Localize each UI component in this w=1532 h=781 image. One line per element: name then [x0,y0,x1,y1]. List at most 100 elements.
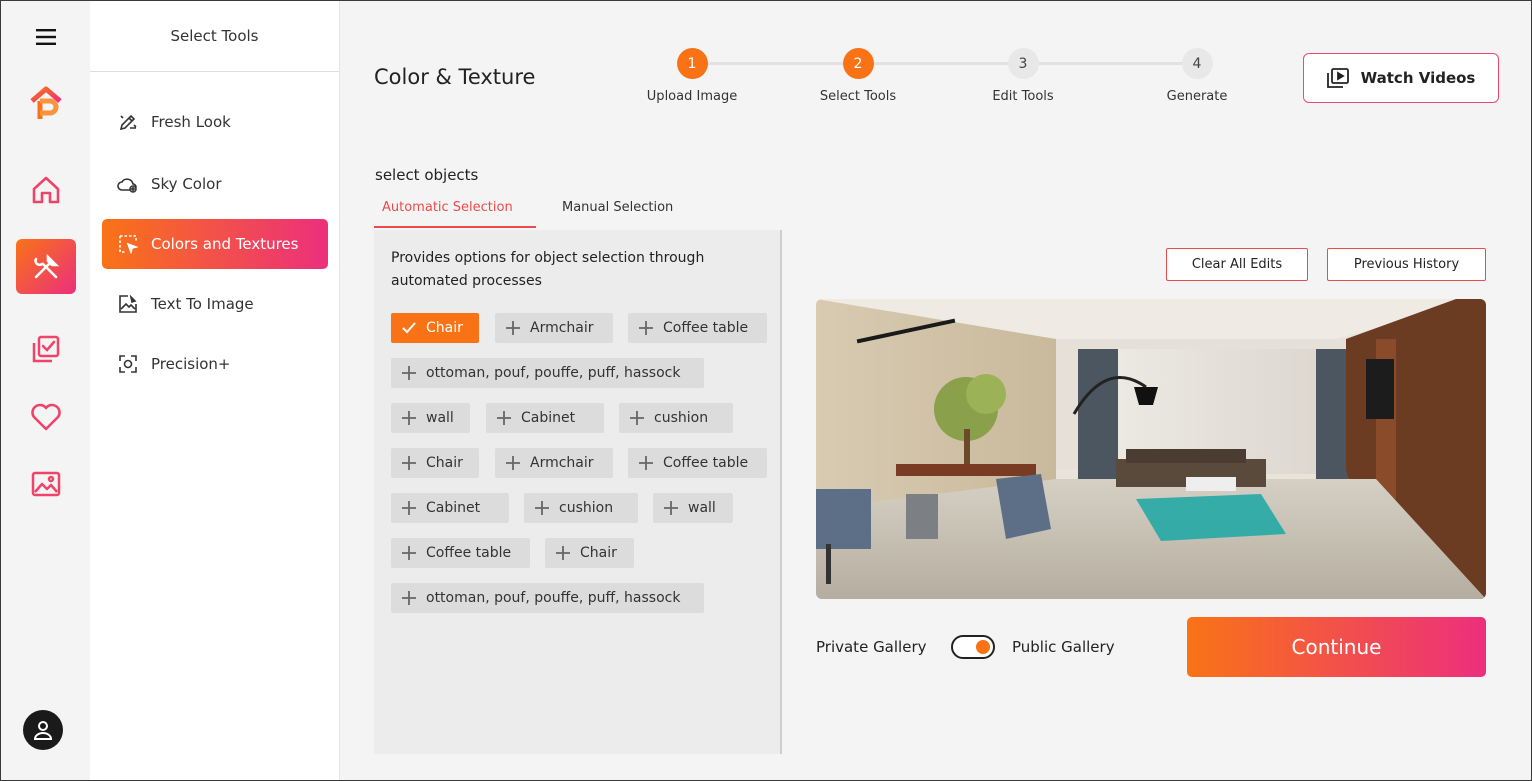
step-select-tools: 2 Select Tools [788,48,928,104]
checklist-icon[interactable] [1,332,90,366]
object-chip[interactable]: Cabinet [486,403,604,433]
room-preview-image [816,299,1486,599]
plus-icon [554,545,571,562]
image-edit-icon [117,293,139,315]
clear-all-edits-button[interactable]: Clear All Edits [1166,248,1308,281]
step-number: 1 [676,48,708,79]
step-label: Generate [1166,89,1228,104]
object-chip[interactable]: Chair [391,313,479,343]
tool-fresh-look[interactable]: Fresh Look [102,97,328,147]
select-cursor-icon [117,233,139,255]
tool-precision-plus[interactable]: Precision+ [102,339,328,389]
plus-icon [400,410,417,427]
tool-colors-and-textures[interactable]: Colors and Textures [102,219,328,269]
watch-videos-label: Watch Videos [1360,69,1476,87]
step-label: Edit Tools [992,89,1054,104]
object-chip[interactable]: wall [653,493,733,523]
plus-icon [504,455,521,472]
tools-panel: Select Tools Fresh Look Sky Color Colors… [90,1,340,780]
user-icon[interactable] [23,710,63,750]
plus-icon [662,500,679,517]
chip-label: Coffee table [663,320,749,336]
icon-rail [1,1,90,780]
step-upload-image: 1 Upload Image [622,48,762,104]
plus-icon [400,365,417,382]
chip-label: ottoman, pouf, pouffe, puff, hassock [426,365,681,381]
chip-label: Cabinet [521,410,576,426]
step-label: Select Tools [819,89,897,104]
plus-icon [637,455,654,472]
tool-label: Text To Image [151,295,254,313]
home-icon[interactable] [1,173,90,207]
chip-label: cushion [654,410,709,426]
object-chip[interactable]: Armchair [495,448,613,478]
tool-label: Fresh Look [151,113,231,131]
toggle-knob [976,640,990,654]
chip-label: Cabinet [426,500,481,516]
step-number: 2 [842,48,874,79]
previous-history-button[interactable]: Previous History [1327,248,1486,281]
public-gallery-label: Public Gallery [1012,638,1115,656]
object-chip[interactable]: Coffee table [628,448,767,478]
chip-label: cushion [559,500,614,516]
app-window: Select Tools Fresh Look Sky Color Colors… [0,0,1532,781]
tool-sky-color[interactable]: Sky Color [102,159,328,209]
plus-icon [533,500,550,517]
continue-button[interactable]: Continue [1187,617,1486,677]
video-playlist-icon [1326,68,1349,88]
chip-label: Chair [426,455,463,471]
tool-label: Colors and Textures [151,235,299,253]
watch-videos-button[interactable]: Watch Videos [1303,53,1499,103]
object-chip[interactable]: cushion [619,403,733,433]
object-chip[interactable]: Cabinet [391,493,509,523]
plus-icon [495,410,512,427]
tools-panel-title: Select Tools [90,1,339,72]
step-label: Upload Image [646,89,738,104]
object-chip[interactable]: Chair [391,448,479,478]
tools-icon[interactable] [16,239,76,294]
heart-icon[interactable] [1,400,90,434]
page-title: Color & Texture [374,65,536,89]
chip-label: Armchair [530,320,594,336]
object-chip[interactable]: wall [391,403,470,433]
chip-label: Chair [426,320,463,336]
object-chip[interactable]: ottoman, pouf, pouffe, puff, hassock [391,358,704,388]
plus-icon [400,590,417,607]
object-chip[interactable]: ottoman, pouf, pouffe, puff, hassock [391,583,704,613]
object-chip[interactable]: Coffee table [628,313,767,343]
tab-manual-selection[interactable]: Manual Selection [562,200,673,215]
object-chip[interactable]: Coffee table [391,538,530,568]
plus-icon [400,545,417,562]
plus-icon [637,320,654,337]
gallery-visibility-toggle[interactable] [951,635,995,659]
step-number: 3 [1007,48,1039,79]
object-chip[interactable]: cushion [524,493,638,523]
plus-icon [400,455,417,472]
object-chip[interactable]: Armchair [495,313,613,343]
check-icon [400,320,417,337]
step-generate: 4 Generate [1127,48,1267,104]
tool-label: Sky Color [151,175,222,193]
logo-icon[interactable] [1,83,90,123]
chip-label: ottoman, pouf, pouffe, puff, hassock [426,590,681,606]
plus-icon [628,410,645,427]
select-objects-label: select objects [375,166,479,184]
cloud-icon [117,173,139,195]
step-number: 4 [1181,48,1213,79]
image-icon[interactable] [1,467,90,501]
focus-icon [117,353,139,375]
private-gallery-label: Private Gallery [816,638,927,656]
menu-icon[interactable] [1,25,90,49]
step-edit-tools: 3 Edit Tools [953,48,1093,104]
plus-icon [400,500,417,517]
selection-description: Provides options for object selection th… [391,250,705,289]
chip-label: Coffee table [663,455,749,471]
tab-automatic-selection[interactable]: Automatic Selection [382,200,513,215]
chip-label: Armchair [530,455,594,471]
pen-sparkle-icon [117,111,139,133]
tool-text-to-image[interactable]: Text To Image [102,279,328,329]
object-chip[interactable]: Chair [545,538,634,568]
chip-label: Coffee table [426,545,512,561]
chip-label: wall [688,500,716,516]
chip-label: wall [426,410,454,426]
